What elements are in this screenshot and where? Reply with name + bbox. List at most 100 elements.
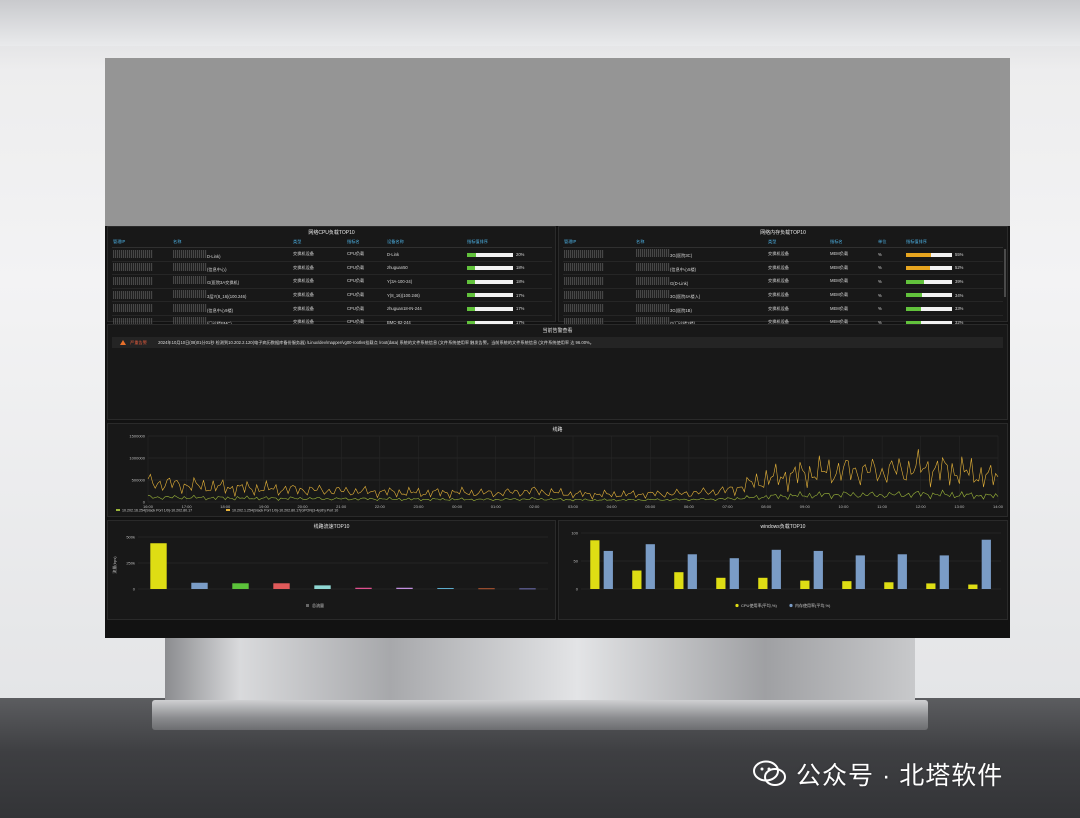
table-row[interactable]: (信息中心) 交换机设备 CPU负载 zhuguan50 18% [112, 261, 552, 276]
col-header[interactable]: 名称 [172, 237, 292, 248]
x-tick-label: 03:00 [568, 504, 579, 509]
value-label: 18% [516, 278, 525, 284]
col-header[interactable]: 类型 [767, 237, 829, 248]
col-header[interactable]: 指标名 [346, 237, 386, 248]
x-tick-label: 18:00 [220, 504, 231, 509]
name-cell: 3G(医院3C) [635, 247, 767, 262]
masked-name [636, 249, 670, 258]
table-row[interactable]: 3G(医院1B) 交换机设备 MEM负载% 33% [563, 301, 1003, 316]
mem-table: 管理IP 名称 类型 指标名 单位 指标值排序 3G(医院3C) 交换机设备 MEM… [563, 237, 1003, 330]
masked-name [173, 290, 207, 299]
name-text: D-Link) [207, 253, 221, 259]
alarm-row[interactable]: 严重告警 2024年10月10日(08)01分01秒 检测到10.202.2.1… [112, 337, 1003, 348]
traffic-line-panel: 线路 1500000 1000000 500000 0 16:00 17:00 18:00 1… [107, 423, 1008, 517]
masked-ip-cell [563, 274, 635, 289]
progress-bar [906, 279, 952, 284]
col-header[interactable]: 设备名称 [386, 237, 466, 248]
y-tick-label: 500000 [132, 478, 146, 483]
table-cell: CPU负载 [346, 261, 386, 276]
cpu-table: 管理IP 名称 类型 指标名 设备名称 指标值排序 D-Link) 交换机设备 CP… [112, 237, 552, 330]
col-header[interactable]: 管理IP [112, 237, 172, 248]
table-cell: 交换机设备 [767, 261, 829, 276]
scrollbar[interactable] [1004, 249, 1006, 297]
col-header[interactable]: 管理IP [563, 237, 635, 248]
bar [800, 580, 810, 589]
value-label: 33% [955, 306, 964, 312]
bar [716, 577, 726, 589]
y-tick-label: 50 [574, 559, 579, 564]
name-text: G(医院3A交换机) [207, 280, 240, 286]
progress-fill [467, 293, 475, 298]
bar [674, 572, 684, 589]
bar [396, 587, 413, 589]
legend-label: 总流量 [312, 602, 324, 608]
progress-fill [906, 293, 922, 298]
masked-ip [564, 290, 604, 299]
table-cell: zhuguan18-IN-244 [386, 301, 466, 316]
table-cell: CPU负载 [346, 247, 386, 262]
table-header-row: 管理IP 名称 类型 指标名 单位 指标值排序 [563, 237, 1003, 248]
legend-label: 内存使用率(平均,%) [795, 602, 831, 608]
table-cell: 交换机设备 [767, 274, 829, 289]
bar [273, 583, 290, 589]
table-cell: MEM负载 [829, 274, 877, 289]
bar [355, 587, 372, 589]
value-cell: 34% [905, 288, 1003, 303]
panel-title: 网络CPU负载TOP10 [308, 230, 355, 236]
progress-fill [906, 279, 924, 284]
y-tick-label: 1000000 [129, 456, 145, 461]
x-tick-label: 05:00 [645, 504, 656, 509]
bar [645, 544, 655, 589]
y-tick-label: 0 [576, 587, 579, 592]
progress-fill [467, 279, 476, 284]
masked-ip-cell [563, 247, 635, 262]
legend-label: 10.202.16.254(Stack Port 1/0)-10.202.80.… [122, 509, 192, 513]
y-tick-label: 500k [126, 535, 135, 540]
table-cell: MEM负载 [829, 261, 877, 276]
table-cell: 交换机设备 [292, 274, 346, 289]
y-tick-label: 100 [571, 531, 578, 536]
value-cell: 18% [466, 261, 552, 276]
col-header[interactable]: 指标值排序 [466, 237, 552, 248]
table-row[interactable]: 3G(医院4A楼入) 交换机设备 MEM负载% 34% [563, 288, 1003, 303]
masked-ip-cell [112, 261, 172, 276]
col-header[interactable]: 指标值排序 [905, 237, 1003, 248]
monitor-stand [165, 636, 915, 708]
masked-name [173, 262, 207, 271]
progress-bar [467, 279, 513, 284]
x-tick-label: 00:00 [452, 504, 463, 509]
table-row[interactable]: (信息中心5楼) 交换机设备 MEM负载% 52% [563, 261, 1003, 276]
progress-fill [906, 266, 930, 271]
table-row[interactable]: G(D-Link) 交换机设备 MEM负载% 39% [563, 274, 1003, 289]
name-cell: (信息中心5楼) [635, 261, 767, 276]
table-row[interactable]: (信息中心9楼) 交换机设备 CPU负载 zhuguan18-IN-244 17% [112, 301, 552, 316]
table-cell: MEM负载 [829, 301, 877, 316]
table-cell: % [877, 261, 905, 276]
x-tick-label: 08:00 [761, 504, 772, 509]
table-cell: MEM负载 [829, 247, 877, 262]
value-cell: 18% [466, 274, 552, 289]
ceiling-shadow [0, 0, 1080, 46]
progress-fill [906, 307, 922, 312]
table-row[interactable]: 3层Y(8_16)(100.246) 交换机设备 CPU负载 Y(8_16)(100.… [112, 288, 552, 303]
x-tick-label: 13:00 [954, 504, 965, 509]
table-row[interactable]: 3G(医院3C) 交换机设备 MEM负载% 55% [563, 247, 1003, 262]
progress-bar [906, 252, 952, 257]
table-cell: 交换机设备 [767, 288, 829, 303]
col-header[interactable]: 名称 [635, 237, 767, 248]
masked-name [173, 303, 207, 312]
table-row[interactable]: D-Link) 交换机设备 CPU负载 D-Link 20% [112, 247, 552, 262]
x-tick-label: 06:00 [684, 504, 695, 509]
value-label: 55% [955, 251, 964, 257]
x-tick-label: 09:00 [800, 504, 811, 509]
panel-title: 网络内存负载TOP10 [760, 230, 806, 236]
col-header[interactable]: 类型 [292, 237, 346, 248]
col-header[interactable]: 单位 [877, 237, 905, 248]
bar [771, 549, 781, 589]
x-tick-label: 22:00 [375, 504, 386, 509]
bar [813, 550, 823, 589]
table-row[interactable]: G(医院3A交换机) 交换机设备 CPU负载 Y(3A-100-24) 18% [112, 274, 552, 289]
bar [687, 554, 697, 589]
col-header[interactable]: 指标名 [829, 237, 877, 248]
table-cell: 交换机设备 [292, 301, 346, 316]
